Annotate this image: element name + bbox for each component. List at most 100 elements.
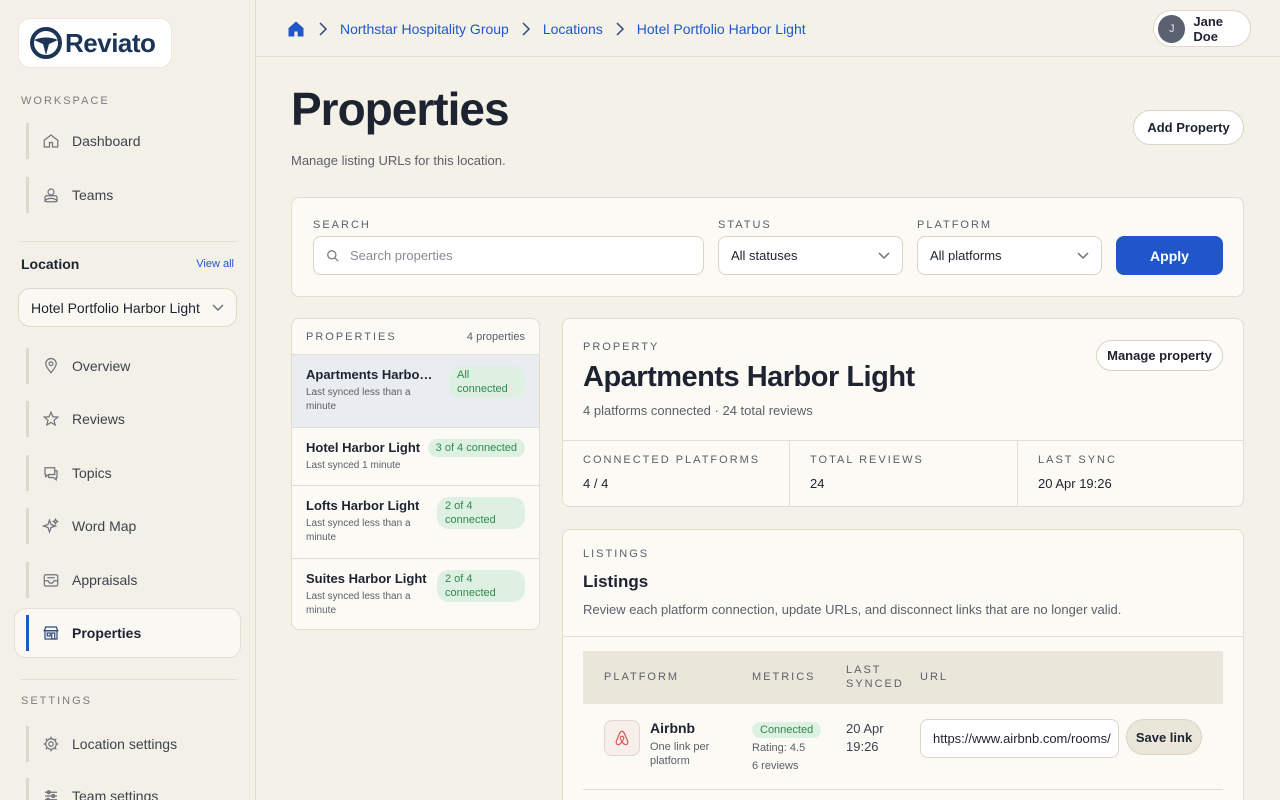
manage-property-button[interactable]: Manage property: [1096, 340, 1223, 371]
add-property-button[interactable]: Add Property: [1133, 110, 1244, 145]
status-select[interactable]: All statuses: [718, 236, 903, 275]
property-row[interactable]: Suites Harbor Light Last synced less tha…: [292, 559, 539, 629]
users-icon: [44, 188, 58, 203]
property-name: Apartments Harbor Light: [306, 367, 434, 382]
user-name: Jane Doe: [1193, 13, 1224, 44]
save-link-button[interactable]: Save link: [1126, 719, 1202, 755]
sidebar-item-appraisals[interactable]: Appraisals: [26, 562, 226, 598]
avatar: J: [1158, 14, 1186, 43]
location-select-value: Hotel Portfolio Harbor Light: [31, 299, 200, 316]
sidebar-item-overview[interactable]: Overview: [26, 348, 226, 384]
sidebar-item-properties[interactable]: Properties: [26, 615, 226, 651]
property-row[interactable]: Hotel Harbor Light Last synced 1 minute …: [292, 428, 539, 486]
column-last-synced: LAST SYNCED: [846, 664, 904, 690]
property-sync: Last synced less than a minute: [306, 591, 411, 616]
stat-value: 20 Apr 19:26: [1038, 476, 1112, 491]
page-subtitle: Manage listing URLs for this location.: [291, 153, 506, 168]
stat-connected-platforms: CONNECTED PLATFORMS 4 / 4: [563, 440, 789, 506]
search-input[interactable]: Search properties: [313, 236, 704, 275]
apply-button[interactable]: Apply: [1116, 236, 1223, 275]
chevron-right-icon: [319, 21, 328, 36]
breadcrumb-locations[interactable]: Locations: [543, 21, 603, 37]
sidebar-item-label: Properties: [72, 625, 142, 641]
building-icon: [43, 626, 59, 640]
sidebar-item-label: Dashboard: [72, 133, 141, 149]
sidebar-item-label: Topics: [72, 465, 112, 481]
properties-list-label: PROPERTIES: [306, 330, 397, 343]
sidebar-item-team-settings[interactable]: Team settings: [26, 778, 226, 800]
platform-note: One link per platform: [650, 741, 710, 767]
sidebar-item-location-settings[interactable]: Location settings: [26, 726, 226, 762]
breadcrumb-organization[interactable]: Northstar Hospitality Group: [340, 21, 509, 37]
inbox-icon: [43, 574, 59, 587]
listings-title: Listings: [583, 572, 649, 591]
sidebar-item-reviews[interactable]: Reviews: [26, 401, 226, 437]
location-title: Location: [21, 256, 80, 272]
listings-divider: [563, 636, 1243, 637]
platform-select[interactable]: All platforms: [917, 236, 1102, 275]
last-synced-value: 20 Apr 19:26: [846, 721, 884, 754]
property-row[interactable]: Apartments Harbor Light Last synced less…: [292, 355, 539, 428]
sidebar-item-label: Word Map: [72, 518, 137, 534]
property-sync: Last synced 1 minute: [306, 460, 401, 471]
sidebar-item-label: Team settings: [72, 788, 159, 800]
sidebar-divider: [21, 241, 237, 242]
listings-table-header: PLATFORM METRICS LAST SYNCED URL: [583, 651, 1223, 704]
chevron-down-icon: [1077, 251, 1089, 259]
home-icon[interactable]: [286, 19, 306, 39]
stat-label: TOTAL REVIEWS: [810, 454, 924, 466]
listing-url-input[interactable]: https://www.airbnb.com/rooms/: [920, 719, 1119, 758]
breadcrumb-location[interactable]: Hotel Portfolio Harbor Light: [637, 21, 806, 37]
page-title: Properties: [291, 83, 510, 135]
status-label: STATUS: [718, 219, 772, 231]
column-platform: PLATFORM: [604, 671, 680, 683]
listings-eyebrow: LISTINGS: [583, 548, 650, 560]
rating-value: Rating: 4.5: [752, 742, 806, 754]
property-name: Suites Harbor Light: [306, 571, 427, 586]
steering-wheel-icon: [30, 27, 62, 59]
status-badge: All connected: [449, 366, 525, 398]
sidebar-item-label: Appraisals: [72, 572, 138, 588]
user-menu[interactable]: J Jane Doe: [1153, 10, 1251, 47]
stat-label: LAST SYNC: [1038, 454, 1117, 466]
sidebar-item-word-map[interactable]: Word Map: [26, 508, 226, 544]
search-icon: [327, 249, 339, 262]
search-placeholder: Search properties: [350, 248, 453, 263]
brand-name: Reviato: [65, 27, 156, 58]
sparkle-icon: [42, 517, 60, 534]
properties-list: PROPERTIES 4 properties Apartments Harbo…: [291, 318, 540, 630]
stat-total-reviews: TOTAL REVIEWS 24: [790, 440, 1017, 506]
property-name: Lofts Harbor Light: [306, 498, 420, 513]
platform-name: Airbnb: [650, 720, 696, 736]
property-summary: 4 platforms connected · 24 total reviews: [583, 403, 813, 418]
property-eyebrow: PROPERTY: [583, 341, 660, 353]
location-select[interactable]: Hotel Portfolio Harbor Light: [18, 288, 237, 327]
property-title: Apartments Harbor Light: [583, 361, 915, 393]
stat-label: CONNECTED PLATFORMS: [583, 454, 761, 466]
status-badge: 2 of 4 connected: [437, 497, 525, 529]
map-pin-icon: [45, 357, 57, 374]
listings-description: Review each platform connection, update …: [583, 602, 1122, 617]
home-icon: [43, 134, 59, 148]
status-badge: 3 of 4 connected: [427, 439, 525, 457]
platform-select-value: All platforms: [930, 248, 1002, 263]
property-row[interactable]: Lofts Harbor Light Last synced less than…: [292, 486, 539, 559]
star-icon: [42, 410, 60, 427]
stat-last-sync: LAST SYNC 20 Apr 19:26: [1018, 440, 1243, 506]
sidebar-item-label: Location settings: [72, 736, 178, 752]
sidebar: Reviato WORKSPACE Dashboard Teams Locati…: [0, 0, 256, 800]
topbar: Northstar Hospitality Group Locations Ho…: [256, 0, 1280, 57]
sidebar-item-label: Overview: [72, 358, 131, 374]
sidebar-item-dashboard[interactable]: Dashboard: [26, 123, 226, 159]
view-all-link[interactable]: View all: [196, 258, 234, 270]
property-sync: Last synced less than a minute: [306, 387, 411, 412]
sidebar-item-teams[interactable]: Teams: [26, 177, 226, 213]
column-url: URL: [920, 671, 949, 683]
stat-value: 4 / 4: [583, 476, 609, 491]
sidebar-item-label: Reviews: [72, 411, 125, 427]
workspace-section-label: WORKSPACE: [21, 95, 110, 107]
sliders-icon: [45, 790, 57, 800]
sidebar-item-topics[interactable]: Topics: [26, 455, 226, 491]
brand-logo[interactable]: Reviato: [18, 18, 172, 68]
gear-icon: [43, 736, 59, 752]
